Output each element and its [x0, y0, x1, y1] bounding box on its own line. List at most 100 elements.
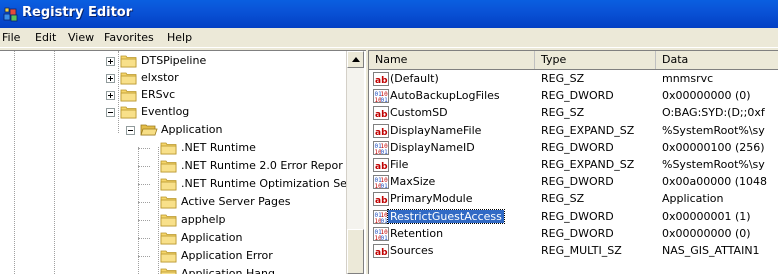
- tree-item[interactable]: Application: [0, 230, 346, 247]
- tree-item[interactable]: .NET Runtime: [0, 140, 346, 157]
- tree-item[interactable]: Eventlog: [0, 104, 346, 121]
- value-name: Sources: [390, 244, 434, 257]
- value-name: PrimaryModule: [390, 192, 473, 206]
- list-item[interactable]: ab Sources REG_MULTI_SZ NAS_GIS_ATTAIN1: [369, 243, 778, 260]
- value-data: NAS_GIS_ATTAIN1: [662, 244, 760, 257]
- tree-item[interactable]: .NET Runtime Optimization Ser: [0, 176, 351, 193]
- list-item[interactable]: 01 10 10 01 AutoBackupLogFiles REG_DWORD 0x000…: [369, 88, 778, 105]
- window-title: Registry Editor: [22, 5, 133, 20]
- folder-icon: [160, 141, 178, 155]
- tree-item-label: Application: [181, 231, 243, 244]
- binary-value-icon: 01 10 10 01: [373, 174, 389, 190]
- value-type: REG_MULTI_SZ: [541, 244, 622, 257]
- tree-item-label: .NET Runtime Optimization Ser: [181, 177, 352, 190]
- list-item[interactable]: 01 10 10 01 RestrictGuestAccess REG_DWORD 0x00…: [369, 208, 778, 226]
- tree-item-label: Application: [161, 123, 223, 136]
- svg-text:01: 01: [381, 183, 389, 190]
- registry-cubes-icon: [3, 7, 18, 22]
- list-item[interactable]: ab File REG_EXPAND_SZ %SystemRoot%\sy: [369, 157, 778, 174]
- folder-open-icon: [140, 123, 158, 137]
- folder-icon: [160, 249, 178, 263]
- tree-item[interactable]: elxstor: [0, 70, 346, 87]
- column-header-data[interactable]: Data: [656, 51, 778, 69]
- menu-file[interactable]: File: [2, 31, 20, 44]
- value-data: O:BAG:SYD:(D;;0xf: [662, 106, 765, 120]
- values-list-pane[interactable]: Name Type Data ab (Default) REG_SZ mnmsrvc 0…: [368, 50, 778, 274]
- tree-vertical-scrollbar[interactable]: [346, 51, 364, 274]
- folder-icon: [160, 177, 178, 191]
- collapse-minus-icon[interactable]: [126, 126, 135, 135]
- value-name: File: [390, 158, 409, 171]
- value-name: CustomSD: [390, 106, 448, 120]
- tree-item[interactable]: .NET Runtime 2.0 Error Repor: [0, 158, 346, 175]
- value-type: REG_DWORD: [541, 226, 614, 240]
- value-type: REG_DWORD: [541, 89, 614, 103]
- tree-item-label: elxstor: [141, 71, 179, 84]
- binary-value-icon: 01 10 10 01: [373, 88, 389, 104]
- expand-plus-icon[interactable]: [106, 74, 115, 83]
- folder-icon: [120, 71, 138, 85]
- binary-value-icon: 01 10 10 01: [373, 209, 389, 225]
- tree-item[interactable]: apphelp: [0, 212, 346, 229]
- list-item[interactable]: ab (Default) REG_SZ mnmsrvc: [369, 71, 778, 88]
- string-value-icon: ab: [373, 123, 389, 139]
- tree-item-label: ERSvc: [141, 88, 176, 101]
- tree-item-label: .NET Runtime: [181, 141, 256, 154]
- tree-item-label: .NET Runtime 2.0 Error Repor: [181, 159, 343, 172]
- svg-text:ab: ab: [375, 110, 388, 120]
- folder-icon: [120, 54, 138, 68]
- string-value-icon: ab: [373, 105, 389, 121]
- tree-item[interactable]: ERSvc: [0, 87, 346, 104]
- value-type: REG_DWORD: [541, 175, 614, 189]
- tree-item-label: Application Error: [181, 249, 273, 262]
- svg-text:ab: ab: [375, 76, 388, 86]
- list-item[interactable]: 01 10 10 01 DisplayNameID REG_DWORD 0x00000100…: [369, 140, 778, 157]
- svg-text:ab: ab: [375, 128, 388, 138]
- value-name: Retention: [390, 226, 444, 240]
- list-item[interactable]: 01 10 10 01 MaxSize REG_DWORD 0x00a00000 (1048: [369, 174, 778, 191]
- folder-icon: [160, 231, 178, 245]
- tree-item[interactable]: Active Server Pages: [0, 194, 346, 211]
- tree-item[interactable]: Application: [0, 122, 346, 139]
- value-data: mnmsrvc: [662, 72, 714, 85]
- expand-plus-icon[interactable]: [106, 91, 115, 100]
- title-bar[interactable]: Registry Editor: [0, 0, 778, 28]
- binary-value-icon: 01 10 10 01: [373, 140, 389, 156]
- svg-text:ab: ab: [375, 196, 388, 206]
- svg-text:ab: ab: [375, 248, 388, 258]
- svg-text:ab: ab: [375, 162, 388, 172]
- collapse-minus-icon[interactable]: [106, 108, 115, 117]
- list-item[interactable]: ab PrimaryModule REG_SZ Application: [369, 191, 778, 208]
- tree-item[interactable]: DTSPipeline: [0, 53, 346, 70]
- expand-plus-icon[interactable]: [106, 57, 115, 66]
- tree-item[interactable]: Application Error: [0, 248, 346, 265]
- folder-icon: [160, 159, 178, 173]
- folder-icon: [160, 213, 178, 227]
- key-tree-pane[interactable]: DTSPipeline elxstor ERSvc Eventlog Applicati…: [0, 50, 366, 274]
- menu-edit[interactable]: Edit: [35, 31, 56, 44]
- value-data: 0x00a00000 (1048: [662, 175, 768, 189]
- column-header-type[interactable]: Type: [535, 51, 656, 69]
- list-item[interactable]: ab DisplayNameFile REG_EXPAND_SZ %SystemRoo…: [369, 123, 778, 140]
- list-item[interactable]: 01 10 10 01 Retention REG_DWORD 0x00000000 (0): [369, 226, 778, 243]
- string-value-icon: ab: [373, 243, 389, 259]
- tree-item-label: Eventlog: [141, 105, 190, 118]
- menu-help[interactable]: Help: [167, 31, 192, 44]
- scroll-up-button[interactable]: [347, 51, 364, 68]
- value-type: REG_DWORD: [541, 140, 614, 154]
- value-data: %SystemRoot%\sy: [662, 123, 765, 137]
- value-data: 0x00000000 (0): [662, 89, 751, 103]
- value-type: REG_SZ: [541, 72, 585, 85]
- scroll-thumb[interactable]: [347, 229, 364, 274]
- menu-view[interactable]: View: [68, 31, 94, 44]
- list-item[interactable]: ab CustomSD REG_SZ O:BAG:SYD:(D;;0xf: [369, 105, 778, 122]
- value-type: REG_SZ: [541, 106, 585, 120]
- column-header-name[interactable]: Name: [369, 51, 535, 69]
- menu-favorites[interactable]: Favorites: [104, 31, 154, 44]
- folder-icon: [160, 195, 178, 209]
- svg-text:01: 01: [381, 218, 389, 225]
- value-name: DisplayNameFile: [390, 123, 482, 137]
- value-data: %SystemRoot%\sy: [662, 158, 765, 171]
- value-name: (Default): [390, 72, 439, 85]
- folder-icon: [120, 88, 138, 102]
